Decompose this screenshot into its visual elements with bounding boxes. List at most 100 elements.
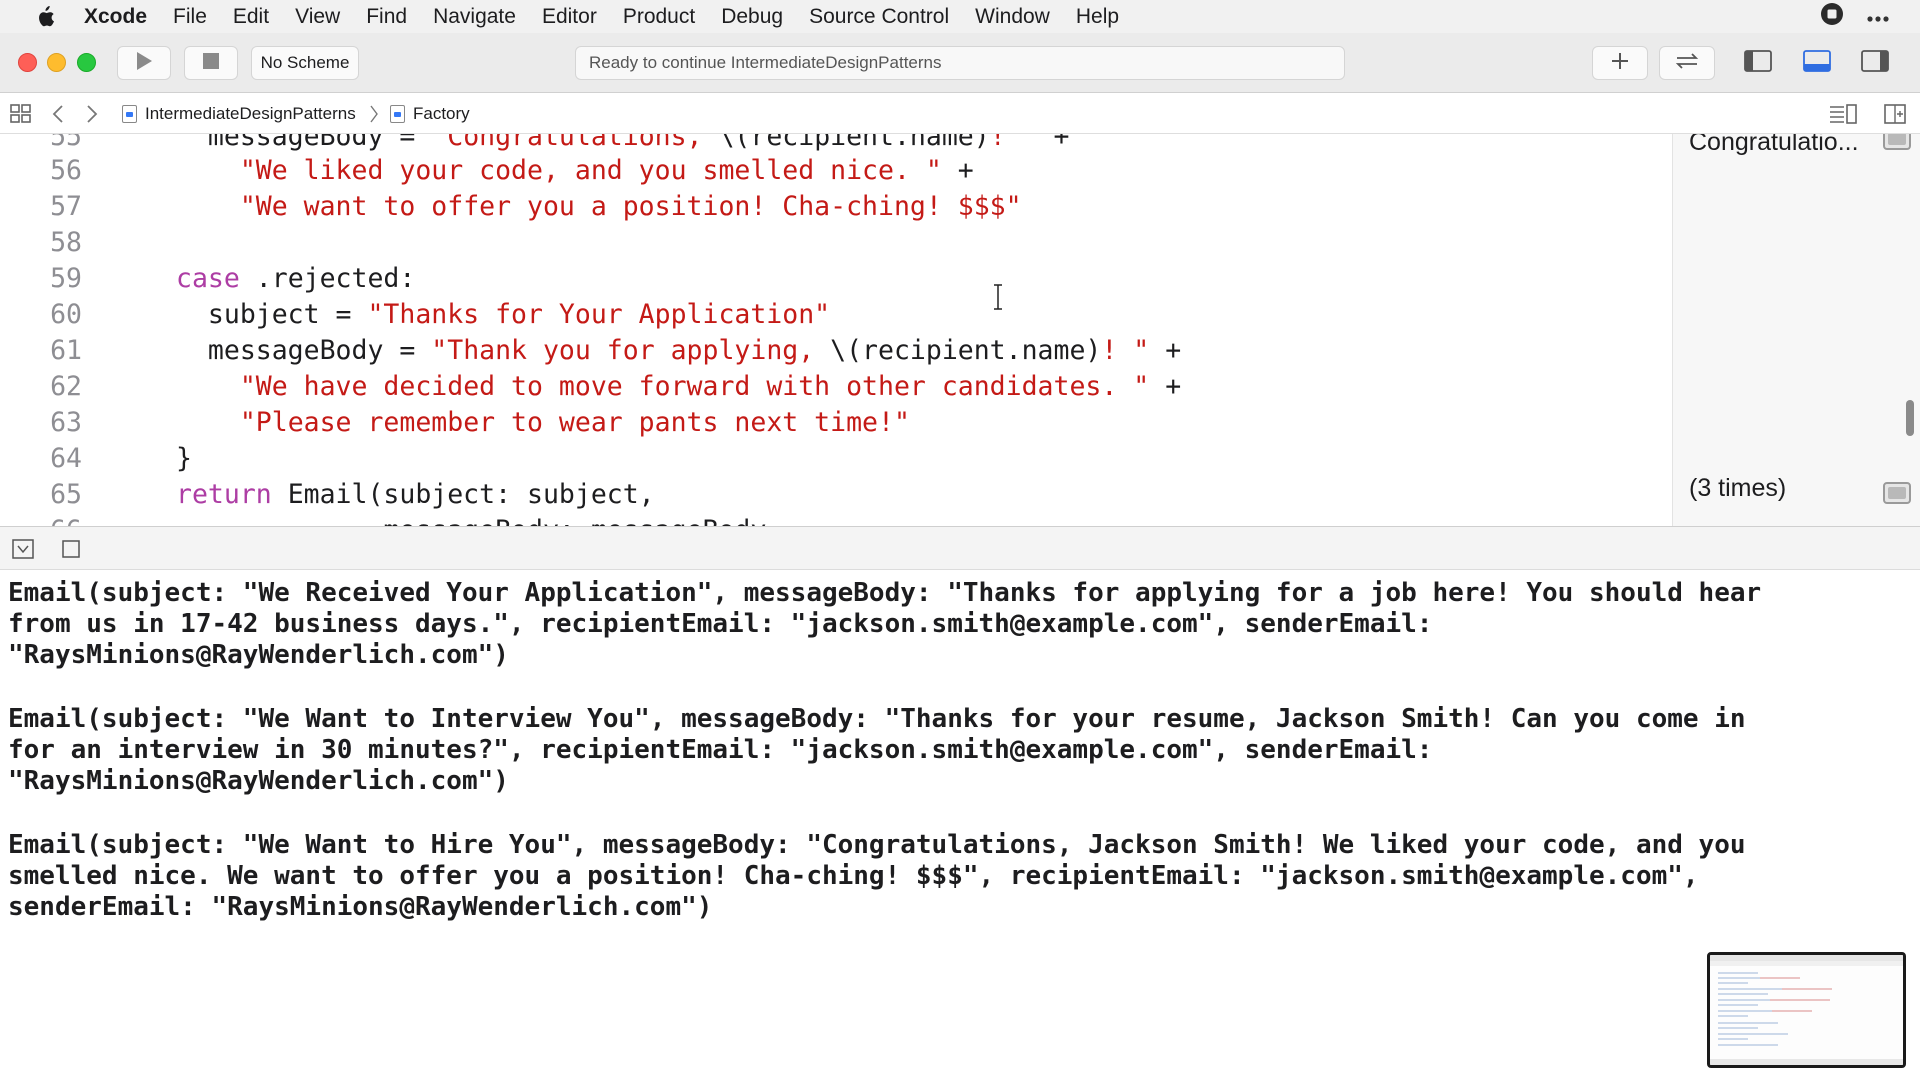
plus-icon: [1611, 52, 1629, 75]
code-token: }: [176, 442, 192, 474]
code-line: 59 case .rejected:: [0, 260, 1672, 296]
menu-view[interactable]: View: [295, 5, 340, 29]
line-number: 57: [50, 190, 82, 222]
code-line: 63 "Please remember to wear pants next t…: [0, 404, 1672, 440]
inspector-toggle-button[interactable]: [1847, 46, 1903, 80]
console-toggle-icon[interactable]: [62, 540, 80, 563]
code-token: .rejected:: [239, 262, 416, 294]
close-window-button[interactable]: [18, 53, 37, 72]
back-chevron-icon[interactable]: [52, 93, 64, 134]
menu-help[interactable]: Help: [1076, 5, 1119, 29]
menu-source-control[interactable]: Source Control: [809, 5, 949, 29]
library-button[interactable]: [1592, 46, 1648, 80]
line-number: 55: [50, 134, 82, 152]
menu-window[interactable]: Window: [975, 5, 1050, 29]
screen-record-stop-icon[interactable]: [1820, 2, 1844, 32]
console-line: smelled nice. We want to offer you a pos…: [8, 861, 1699, 891]
zoom-window-button[interactable]: [77, 53, 96, 72]
line-number: 56: [50, 154, 82, 186]
menu-editor[interactable]: Editor: [542, 5, 597, 29]
adjust-editor-options-icon[interactable]: [1829, 93, 1857, 134]
code-text: messageBody: messageBody,: [176, 515, 782, 527]
debug-area-toggle-button[interactable]: [1789, 46, 1845, 80]
right-panel-icon: [1861, 49, 1889, 77]
swift-page-icon: [390, 104, 405, 123]
editor-scrollbar-thumb[interactable]: [1906, 400, 1914, 436]
code-line: 57 "We want to offer you a position! Cha…: [0, 188, 1672, 224]
string-literal: "Congratulations,: [431, 134, 719, 152]
swap-arrows-icon: [1674, 52, 1700, 75]
code-token: +: [941, 154, 974, 186]
line-number: 59: [50, 262, 82, 294]
run-button[interactable]: [117, 46, 171, 80]
code-token: messageBody =: [176, 334, 432, 366]
menu-find[interactable]: Find: [366, 5, 407, 29]
play-icon: [135, 51, 153, 76]
code-review-button[interactable]: [1659, 46, 1715, 80]
code-token: +: [1037, 134, 1070, 152]
code-text: }: [176, 443, 192, 474]
line-number: 61: [50, 334, 82, 366]
stop-icon: [203, 52, 219, 74]
string-literal: "We liked your code, and you smelled nic…: [239, 154, 942, 186]
console-line: "RaysMinions@RayWenderlich.com"): [8, 766, 509, 796]
breadcrumb-file-label: Factory: [413, 103, 470, 123]
menu-bar: Xcode File Edit View Find Navigate Edito…: [0, 0, 1920, 33]
code-token: \(recipient.name): [830, 334, 1102, 366]
code-line: 65 return Email(subject: subject,: [0, 476, 1672, 512]
console-line: from us in 17-42 business days.", recipi…: [8, 609, 1433, 639]
menu-file[interactable]: File: [173, 5, 207, 29]
code-token: +: [1149, 370, 1182, 402]
quick-look-button[interactable]: [1883, 134, 1911, 150]
line-number: 66: [0, 515, 82, 527]
scheme-selector[interactable]: No Scheme: [251, 46, 359, 80]
breadcrumb-project[interactable]: IntermediateDesignPatterns: [122, 93, 356, 134]
keyword: case: [176, 262, 240, 294]
breadcrumb-file[interactable]: Factory: [390, 93, 470, 134]
menu-app-name[interactable]: Xcode: [84, 5, 147, 29]
code-line: 64 }: [0, 440, 1672, 476]
menu-debug[interactable]: Debug: [721, 5, 783, 29]
menu-product[interactable]: Product: [623, 5, 695, 29]
line-number: 58: [50, 226, 82, 258]
breadcrumb-project-label: IntermediateDesignPatterns: [145, 103, 356, 123]
apple-menu-icon[interactable]: [30, 5, 60, 28]
result-value: Congratulatio...: [1689, 134, 1859, 156]
code-editor[interactable]: 55 messageBody = "Congratulations, \(rec…: [0, 134, 1672, 526]
string-literal: "Thank you for applying,: [431, 334, 831, 366]
code-text: "We want to offer you a position! Cha-ch…: [176, 191, 1022, 222]
menu-navigate[interactable]: Navigate: [433, 5, 516, 29]
related-items-icon[interactable]: [10, 93, 32, 134]
code-line: 66 messageBody: messageBody,: [0, 512, 1672, 527]
code-line: 61 messageBody = "Thank you for applying…: [0, 332, 1672, 368]
console-output[interactable]: Email(subject: "We Received Your Applica…: [0, 570, 1920, 1080]
bottom-panel-icon: [1803, 49, 1831, 77]
keyword: return: [176, 478, 272, 510]
minimize-window-button[interactable]: [47, 53, 66, 72]
line-number: 60: [50, 298, 82, 330]
code-text: "We liked your code, and you smelled nic…: [176, 155, 974, 186]
string-literal: "We want to offer you a position! Cha-ch…: [239, 190, 1022, 222]
code-text: case .rejected:: [176, 263, 415, 294]
screenshot-thumbnail[interactable]: [1707, 952, 1906, 1068]
code-text: messageBody = "Thank you for applying, \…: [176, 335, 1181, 366]
stop-button[interactable]: [184, 46, 238, 80]
code-token: subject =: [176, 298, 368, 330]
result-value: (3 times): [1689, 474, 1787, 502]
code-text: subject = "Thanks for Your Application": [176, 299, 830, 330]
forward-chevron-icon[interactable]: [86, 93, 98, 134]
hide-debug-area-icon[interactable]: [12, 539, 34, 564]
string-literal: "We have decided to move forward with ot…: [239, 370, 1150, 402]
breadcrumb-separator-icon: [370, 93, 378, 134]
add-editor-icon[interactable]: [1884, 93, 1906, 134]
more-menu-icon[interactable]: [1866, 5, 1890, 29]
quick-look-button[interactable]: [1883, 482, 1911, 504]
code-text: messageBody = "Congratulations, \(recipi…: [176, 134, 1070, 152]
menu-edit[interactable]: Edit: [233, 5, 269, 29]
navigator-toggle-button[interactable]: [1727, 46, 1789, 80]
code-token: Email(subject: subject,: [271, 478, 655, 510]
string-literal: ! ": [989, 134, 1038, 152]
